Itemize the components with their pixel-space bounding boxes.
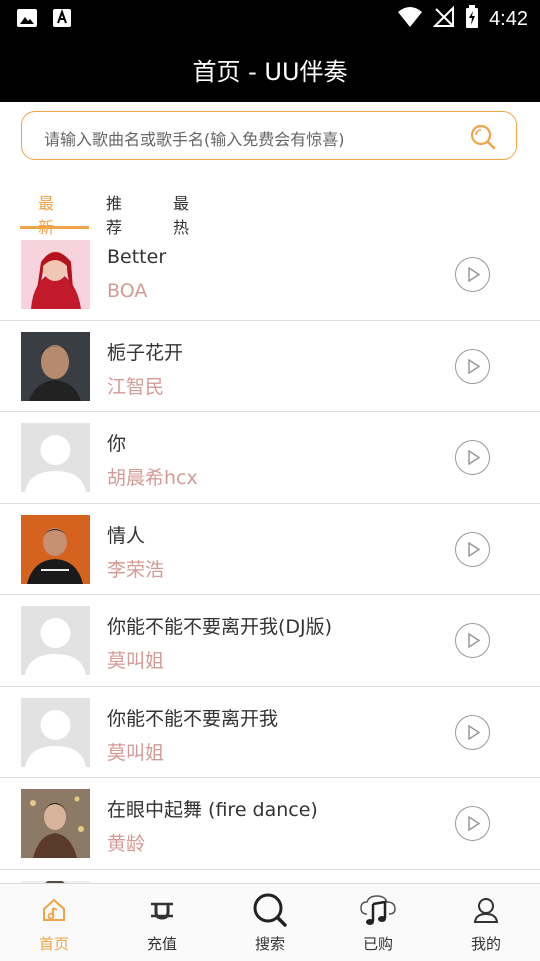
nav-search-label: 搜索 [254, 935, 285, 953]
song-title: 栀子花开 [107, 341, 184, 364]
song-artist: BOA [107, 280, 148, 302]
default-avatar [21, 423, 90, 492]
search-icon [252, 892, 288, 932]
default-avatar [21, 606, 90, 675]
song-row[interactable]: Better BOA [0, 229, 540, 321]
nav-mine[interactable]: 我的 [432, 884, 540, 961]
song-artist: 胡晨希hcx [107, 467, 198, 489]
nav-recharge-label: 充值 [146, 935, 177, 953]
song-row[interactable]: 情人 李荣浩 [0, 504, 540, 595]
app-notification-icon [52, 8, 72, 32]
song-list: Better BOA 栀子花开 江智民 你 胡晨希hcx 情人 李荣浩 你能不能… [0, 229, 540, 883]
album-cover [21, 789, 90, 858]
song-row[interactable]: 你能不能不要离开我 莫叫姐 [0, 687, 540, 778]
search-bar[interactable]: 请输入歌曲名或歌手名(输入免费会有惊喜) [21, 111, 517, 160]
page-title: 首页 - UU伴奏 [192, 57, 348, 86]
search-icon[interactable] [470, 124, 496, 154]
default-avatar [21, 697, 90, 767]
user-icon [472, 896, 500, 928]
song-row[interactable] [0, 870, 540, 883]
music-cloud-icon [359, 894, 397, 932]
nav-purchased-label: 已购 [362, 935, 393, 953]
song-row[interactable]: 在眼中起舞 (fire dance) 黄龄 [0, 778, 540, 870]
song-artist: 李荣浩 [107, 558, 165, 581]
album-cover [21, 514, 90, 584]
play-button[interactable] [455, 257, 490, 292]
song-title: Better [107, 246, 167, 268]
wifi-icon [397, 6, 423, 32]
album-cover [21, 240, 90, 309]
song-artist: 黄龄 [107, 833, 146, 855]
nav-search[interactable]: 搜索 [216, 884, 324, 961]
home-icon [40, 896, 68, 928]
play-button[interactable] [455, 531, 490, 567]
song-row[interactable]: 栀子花开 江智民 [0, 321, 540, 412]
song-title: 你能不能不要离开我(DJ版) [107, 616, 333, 638]
status-time: 4:42 [489, 7, 528, 30]
nav-mine-label: 我的 [470, 935, 501, 953]
bottom-navigation: 首页 充值 搜索 已购 我的 [0, 883, 540, 961]
nav-purchased[interactable]: 已购 [324, 884, 432, 961]
play-button[interactable] [455, 348, 490, 384]
gallery-notification-icon [16, 8, 38, 32]
song-artist: 莫叫姐 [107, 741, 165, 764]
song-artist: 江智民 [107, 375, 165, 398]
song-row[interactable]: 你能不能不要离开我(DJ版) 莫叫姐 [0, 595, 540, 687]
song-title: 在眼中起舞 (fire dance) [107, 799, 318, 821]
song-title: 你能不能不要离开我 [107, 707, 279, 730]
status-bar: 4:42 [0, 0, 540, 36]
nav-home[interactable]: 首页 [0, 884, 108, 961]
song-title: 情人 [107, 524, 146, 547]
recharge-icon [148, 896, 176, 928]
play-button[interactable] [455, 714, 490, 750]
song-title: 你 [107, 433, 127, 455]
song-row[interactable]: 你 胡晨希hcx [0, 412, 540, 504]
nav-home-label: 首页 [38, 935, 69, 953]
battery-charging-icon [465, 5, 479, 33]
play-button[interactable] [455, 440, 490, 475]
play-button[interactable] [455, 806, 490, 841]
app-header: 首页 - UU伴奏 [0, 36, 540, 102]
album-cover [21, 331, 90, 401]
nav-recharge[interactable]: 充值 [108, 884, 216, 961]
no-signal-icon [432, 5, 455, 32]
search-input[interactable]: 请输入歌曲名或歌手名(输入免费会有惊喜) [44, 126, 345, 150]
play-button[interactable] [455, 623, 490, 658]
song-artist: 莫叫姐 [107, 650, 165, 672]
